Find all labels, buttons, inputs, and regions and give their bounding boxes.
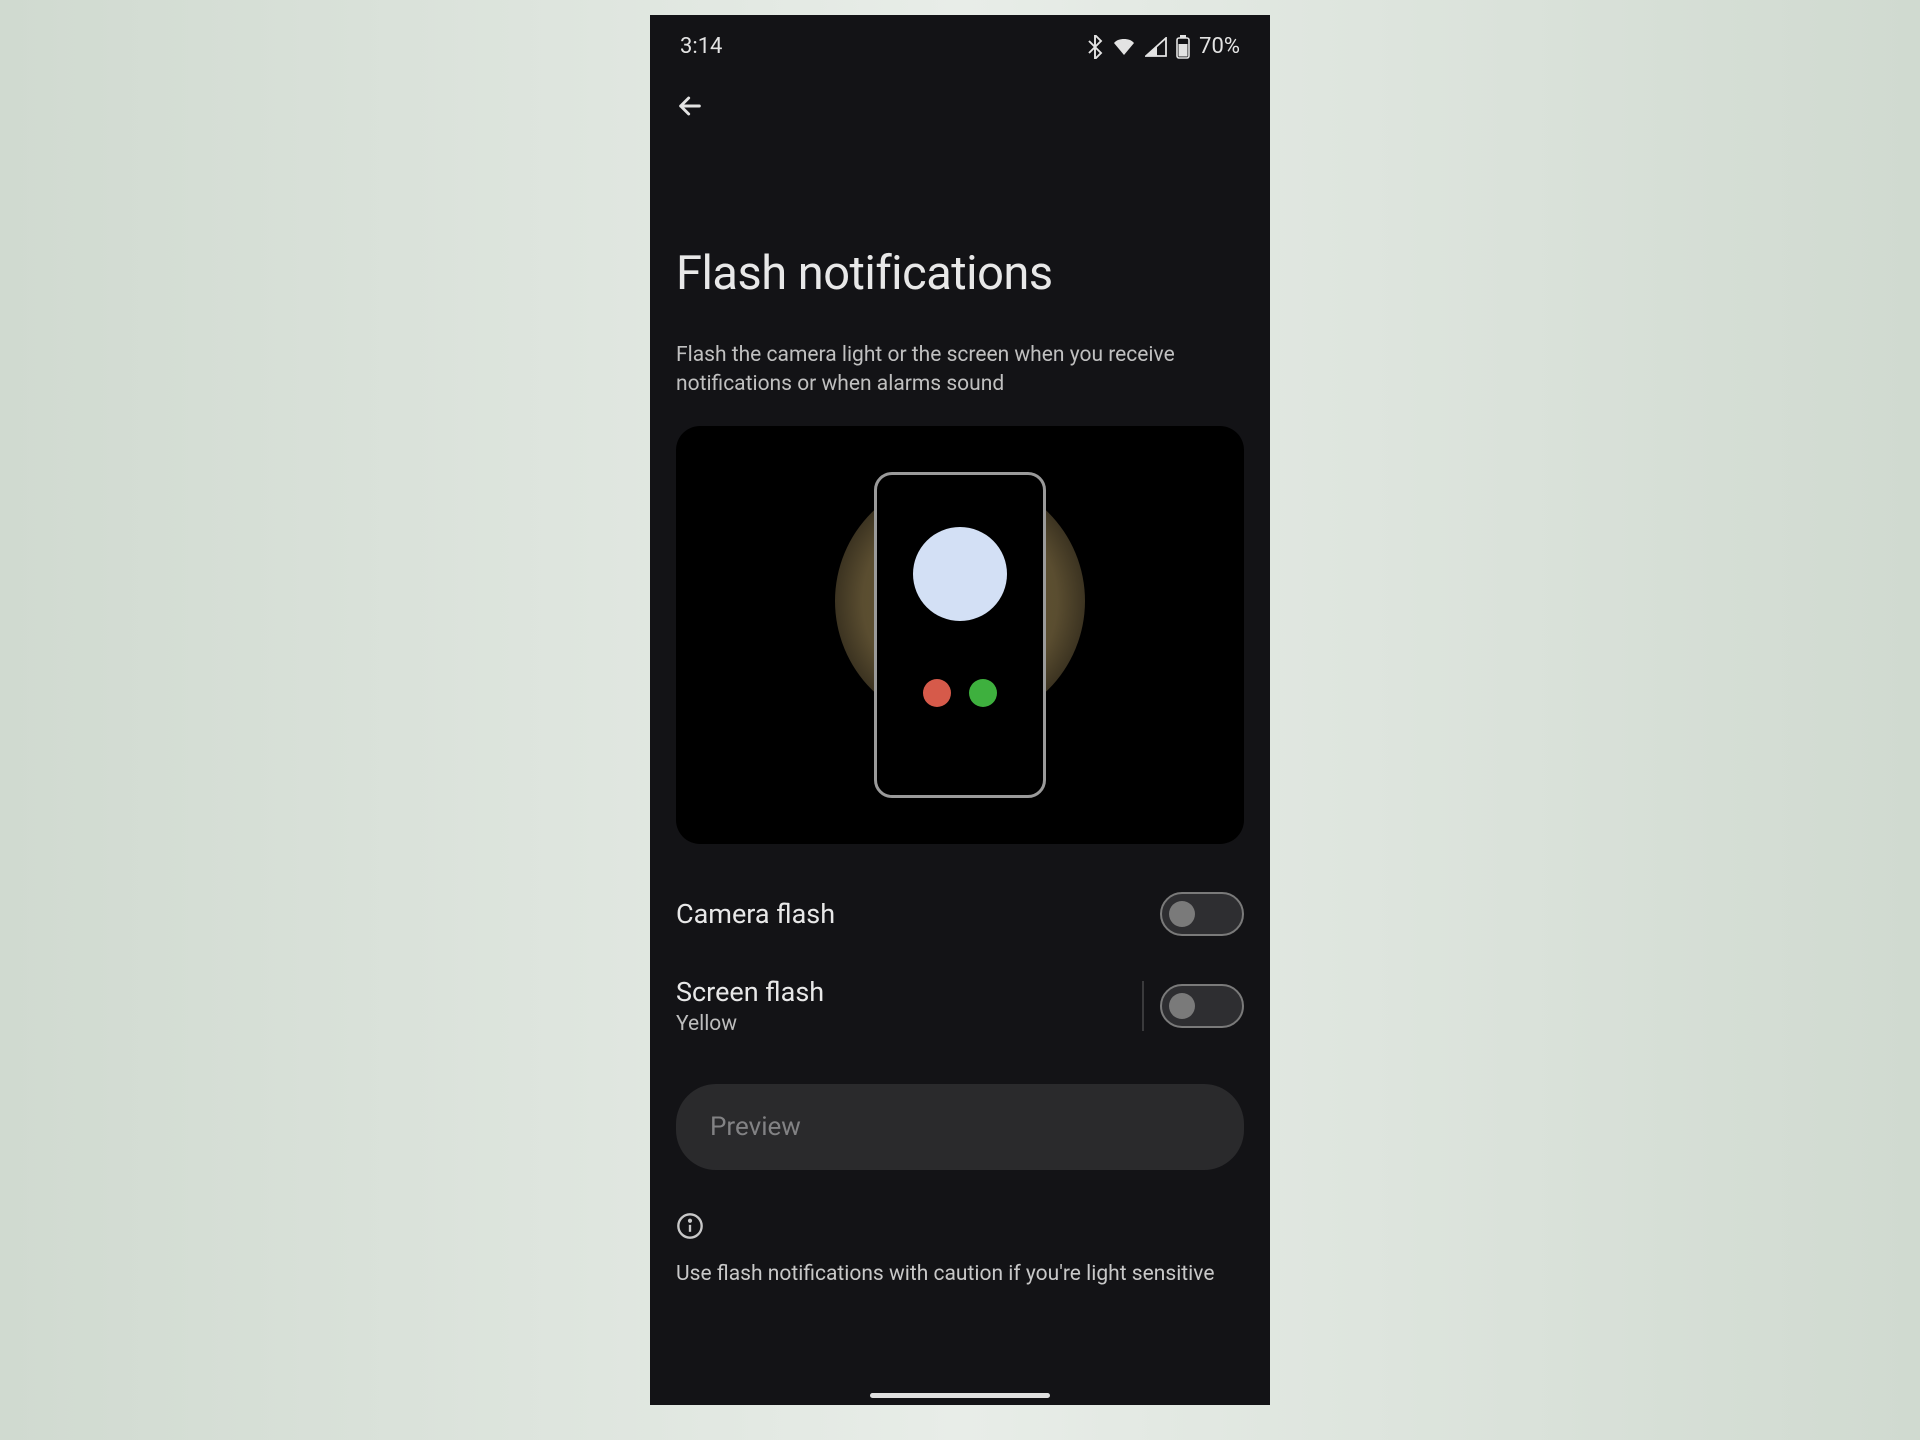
decline-dot-icon (923, 679, 951, 707)
flash-dot-icon (913, 527, 1007, 621)
back-button[interactable] (674, 90, 706, 122)
info-text: Use flash notifications with caution if … (676, 1262, 1244, 1286)
camera-flash-row[interactable]: Camera flash (676, 872, 1244, 956)
preview-button[interactable]: Preview (676, 1084, 1244, 1170)
status-bar: 3:14 70% (650, 15, 1270, 70)
nav-bar (650, 70, 1270, 136)
signal-icon (1145, 37, 1167, 57)
accept-dot-icon (969, 679, 997, 707)
screen-flash-row[interactable]: Screen flash Yellow (676, 956, 1244, 1056)
page-title: Flash notifications (676, 246, 1244, 301)
screen-flash-label: Screen flash (676, 976, 824, 1008)
phone-screen: 3:14 70% Flash notifications Flash the c… (650, 15, 1270, 1405)
camera-flash-toggle[interactable] (1160, 892, 1244, 936)
page-description: Flash the camera light or the screen whe… (676, 341, 1244, 400)
status-right: 70% (1087, 34, 1240, 59)
battery-icon (1176, 35, 1190, 59)
preview-label: Preview (710, 1112, 801, 1142)
status-time: 3:14 (680, 34, 722, 59)
screen-flash-toggle[interactable] (1160, 984, 1244, 1028)
info-icon (676, 1212, 704, 1240)
camera-flash-label: Camera flash (676, 898, 835, 930)
screen-flash-subtitle: Yellow (676, 1012, 824, 1036)
info-section: Use flash notifications with caution if … (676, 1212, 1244, 1286)
flash-illustration (676, 426, 1244, 844)
phone-illustration (874, 472, 1046, 798)
battery-percent: 70% (1199, 34, 1240, 59)
call-buttons-icon (923, 679, 997, 707)
separator (1142, 981, 1144, 1031)
content: Flash notifications Flash the camera lig… (650, 136, 1270, 1405)
wifi-icon (1112, 37, 1136, 57)
bluetooth-icon (1087, 35, 1103, 59)
home-indicator[interactable] (870, 1393, 1050, 1398)
